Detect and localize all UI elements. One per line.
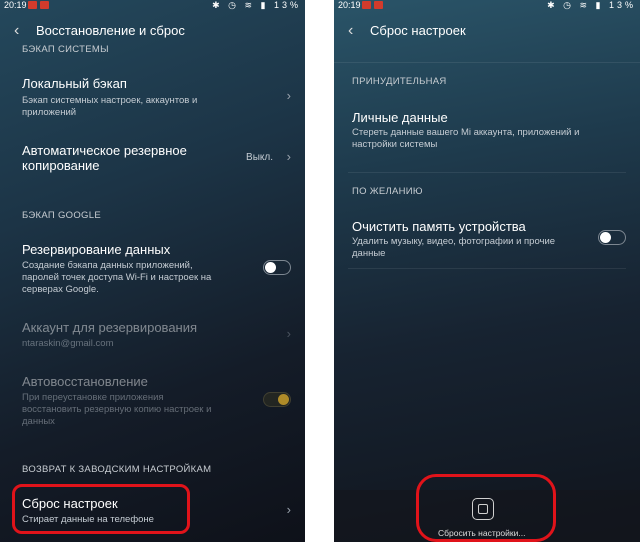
local-backup-title: Локальный бэкап [22, 76, 127, 91]
status-bar: 20:19 ✱ ◷ ≋ ▮ 13% [334, 0, 640, 12]
status-bar: 20:19 ✱ ◷ ≋ ▮ 13% [0, 0, 305, 12]
auto-restore-subtitle-1: При переустановке приложения [22, 392, 164, 403]
back-arrow-icon[interactable]: ‹ [14, 22, 19, 40]
toggle-knob [265, 262, 276, 273]
section-forced: ПРИНУДИТЕЛЬНАЯ [352, 76, 447, 87]
page-title: Сброс настроек [370, 23, 466, 38]
status-icons: ✱ ◷ ≋ ▮ 13% [547, 0, 636, 10]
local-backup-subtitle-2: приложений [22, 107, 77, 118]
auto-backup-item[interactable]: Автоматическое резервное копирование Вык… [0, 142, 305, 178]
header: ‹ Сброс настроек [334, 18, 640, 44]
back-arrow-icon[interactable]: ‹ [348, 22, 353, 40]
header: ‹ Восстановление и сброс [0, 18, 305, 44]
toggle-knob [278, 394, 289, 405]
auto-restore-title: Автовосстановление [22, 374, 148, 389]
highlight-box-reset-button [416, 474, 556, 542]
auto-restore-subtitle-2: восстановить резервную копию настроек и [22, 404, 212, 415]
auto-restore-toggle[interactable] [263, 392, 291, 407]
left-screen: 20:19 ✱ ◷ ≋ ▮ 13% ‹ Восстановление и сбр… [0, 0, 305, 542]
backup-account-email: ntaraskin@gmail.com [22, 338, 114, 349]
chevron-right-icon: › [286, 88, 291, 103]
personal-data-title: Личные данные [352, 110, 448, 125]
clear-memory-item[interactable]: Очистить память устройства Удалить музык… [334, 218, 640, 262]
auto-backup-title-1: Автоматическое резервное [22, 143, 187, 158]
auto-backup-title-2: копирование [22, 158, 100, 173]
data-backup-subtitle-3: серверах Google. [22, 284, 99, 295]
mail-notification-icon [28, 1, 37, 9]
toggle-knob [600, 232, 611, 243]
auto-backup-value: Выкл. [246, 152, 273, 163]
section-divider [348, 172, 626, 173]
status-time: 20:19 [338, 0, 361, 10]
personal-data-subtitle-2: настройки системы [352, 139, 438, 150]
battery-level: 13% [608, 0, 636, 10]
mail-notification-icon [362, 1, 371, 9]
data-backup-toggle[interactable] [263, 260, 291, 275]
highlight-box-reset-item [12, 484, 190, 534]
clear-memory-title: Очистить память устройства [352, 219, 526, 234]
section-factory-reset: ВОЗВРАТ К ЗАВОДСКИМ НАСТРОЙКАМ [22, 464, 212, 475]
auto-restore-subtitle-3: данных [22, 416, 55, 427]
clear-memory-toggle[interactable] [598, 230, 626, 245]
personal-data-item: Личные данные Стереть данные вашего Mi а… [334, 108, 640, 152]
chevron-right-icon: › [286, 326, 291, 341]
chevron-right-icon: › [286, 502, 291, 517]
app-notification-icon [40, 1, 49, 9]
battery-level: 13% [273, 0, 301, 10]
list-divider [348, 268, 626, 269]
local-backup-subtitle-1: Бэкап системных настроек, аккаунтов и [22, 95, 198, 106]
chevron-right-icon: › [286, 149, 291, 164]
app-notification-icon [374, 1, 383, 9]
section-google-backup: БЭКАП GOOGLE [22, 210, 101, 221]
page-title: Восстановление и сброс [36, 23, 185, 38]
data-backup-title: Резервирование данных [22, 242, 171, 257]
data-backup-subtitle-2: паролей точек доступа Wi-Fi и настроек н… [22, 272, 212, 283]
section-system-backup: БЭКАП СИСТЕМЫ [22, 44, 109, 55]
backup-account-item[interactable]: Аккаунт для резервирования ntaraskin@gma… [0, 318, 305, 352]
header-divider [334, 62, 640, 63]
status-icons: ✱ ◷ ≋ ▮ 13% [212, 0, 301, 10]
personal-data-subtitle-1: Стереть данные вашего Mi аккаунта, прило… [352, 127, 580, 138]
backup-account-title: Аккаунт для резервирования [22, 320, 198, 335]
data-backup-item[interactable]: Резервирование данных Создание бэкапа да… [0, 240, 305, 298]
clear-memory-subtitle-1: Удалить музыку, видео, фотографии и проч… [352, 236, 556, 247]
data-backup-subtitle-1: Создание бэкапа данных приложений, [22, 260, 193, 271]
status-time: 20:19 [4, 0, 27, 10]
section-optional: ПО ЖЕЛАНИЮ [352, 186, 423, 197]
clear-memory-subtitle-2: данные [352, 248, 386, 259]
right-screen: 20:19 ✱ ◷ ≋ ▮ 13% ‹ Сброс настроек ПРИНУ… [334, 0, 640, 542]
auto-restore-item[interactable]: Автовосстановление При переустановке при… [0, 372, 305, 430]
local-backup-item[interactable]: Локальный бэкап Бэкап системных настроек… [0, 74, 305, 124]
